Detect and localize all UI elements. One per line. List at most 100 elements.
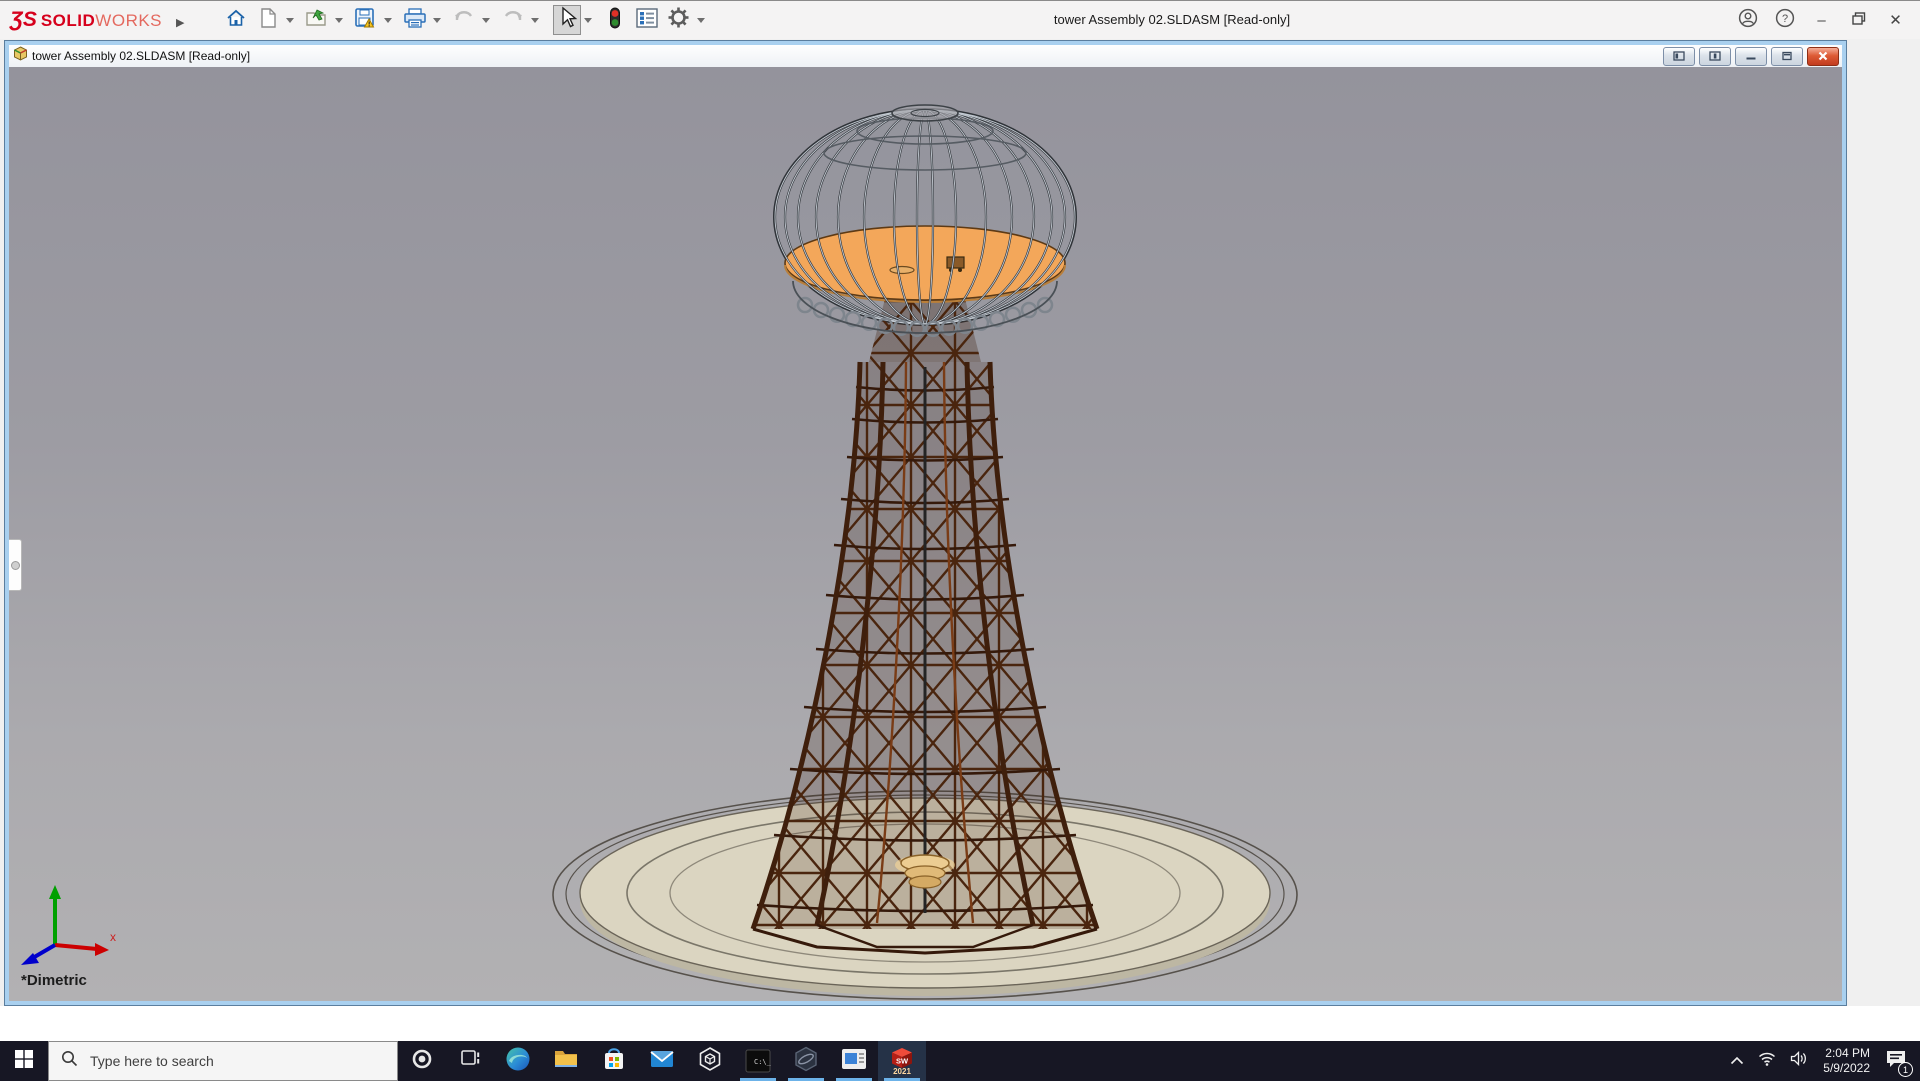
solidworks-2021-button[interactable]: SW 2021: [878, 1041, 926, 1081]
action-center-button[interactable]: 1: [1878, 1041, 1914, 1081]
solidworks-logo: ƷS SOLID WORKS ▶: [10, 8, 185, 32]
task-view-icon: [459, 1048, 481, 1075]
clock-time: 2:04 PM: [1823, 1046, 1870, 1061]
mail-button[interactable]: [638, 1041, 686, 1081]
properties-list-button[interactable]: [632, 5, 662, 35]
document-window: tower Assembly 02.SLDASM [Read-only]: [5, 41, 1846, 1005]
properties-list-icon: [635, 7, 659, 34]
wifi-button[interactable]: [1751, 1041, 1783, 1081]
save-icon: [354, 7, 377, 34]
dark-hexagon-app-icon: [793, 1046, 819, 1077]
3d-viewer-button[interactable]: [686, 1041, 734, 1081]
orientation-triad[interactable]: x: [13, 879, 123, 969]
command-prompt-text: C:\_: [754, 1058, 771, 1066]
redo-icon: [501, 7, 525, 34]
doc-minimize-button[interactable]: [1735, 47, 1767, 66]
home-button[interactable]: [221, 5, 251, 35]
wifi-icon: [1758, 1052, 1776, 1071]
selection-toggle-button[interactable]: [600, 5, 630, 35]
media-window-icon: [841, 1048, 867, 1075]
new-document-dropdown-icon[interactable]: [286, 18, 294, 23]
restore-icon: [1852, 12, 1866, 29]
redo-button[interactable]: [498, 5, 528, 35]
print-button[interactable]: [400, 5, 430, 35]
solidworks-year-label: 2021: [893, 1069, 911, 1075]
select-dropdown-icon[interactable]: [584, 18, 592, 23]
svg-text:?: ?: [1781, 13, 1787, 25]
save-button[interactable]: [351, 5, 381, 35]
redo-dropdown-icon[interactable]: [531, 18, 539, 23]
system-tray: 2:04 PM 5/9/2022 1: [1723, 1041, 1920, 1081]
notification-badge: 1: [1898, 1062, 1913, 1077]
start-button[interactable]: [0, 1041, 48, 1081]
file-explorer-button[interactable]: [542, 1041, 590, 1081]
task-view-button[interactable]: [446, 1041, 494, 1081]
feature-panel-expand-tab[interactable]: [9, 539, 22, 591]
doc-restore-button[interactable]: [1771, 47, 1803, 66]
print-icon: [403, 7, 427, 34]
pane-right-button[interactable]: [1699, 47, 1731, 66]
graphics-viewport[interactable]: x *Dimetric: [9, 67, 1842, 1001]
select-cursor-icon: [556, 6, 578, 35]
pane-left-icon: [1673, 48, 1685, 66]
menu-expand-arrow-icon[interactable]: ▶: [176, 16, 184, 29]
dome-cage: [774, 105, 1076, 362]
undo-dropdown-icon[interactable]: [482, 18, 490, 23]
start-icon: [15, 1050, 33, 1073]
new-document-button[interactable]: [253, 5, 283, 35]
store-button[interactable]: [590, 1041, 638, 1081]
app-title-bar: ƷS SOLID WORKS ▶: [0, 1, 1920, 39]
minimize-icon: –: [1817, 12, 1825, 29]
undo-button[interactable]: [449, 5, 479, 35]
close-button[interactable]: ✕: [1877, 5, 1914, 35]
clock[interactable]: 2:04 PM 5/9/2022: [1815, 1041, 1878, 1081]
cortana-button[interactable]: [398, 1041, 446, 1081]
quick-access-toolbar: [221, 5, 711, 35]
view-orientation-label: *Dimetric: [21, 972, 87, 989]
store-icon: [602, 1046, 626, 1077]
options-button[interactable]: [664, 5, 694, 35]
dark-hexagon-app-button[interactable]: [782, 1041, 830, 1081]
command-prompt-button[interactable]: C:\_: [734, 1041, 782, 1081]
gear-icon: [667, 6, 690, 34]
3d-viewer-icon: [697, 1046, 723, 1077]
triad-x-label: x: [110, 930, 116, 944]
chevron-up-icon: [1730, 1052, 1744, 1070]
restore-button[interactable]: [1840, 5, 1877, 35]
save-dropdown-icon[interactable]: [384, 18, 392, 23]
minimize-button[interactable]: –: [1803, 5, 1840, 35]
open-dropdown-icon[interactable]: [335, 18, 343, 23]
tray-expand-button[interactable]: [1723, 1041, 1751, 1081]
select-tool-button[interactable]: [553, 5, 581, 35]
help-button[interactable]: ?: [1766, 5, 1803, 35]
clock-date: 5/9/2022: [1823, 1061, 1870, 1076]
undo-icon: [452, 7, 476, 34]
open-folder-icon: [305, 7, 329, 34]
windows-taskbar: C:\_ SW 2021 2:04: [0, 1041, 1920, 1081]
search-input[interactable]: [88, 1052, 352, 1070]
volume-button[interactable]: [1783, 1041, 1815, 1081]
print-dropdown-icon[interactable]: [433, 18, 441, 23]
edge-button[interactable]: [494, 1041, 542, 1081]
solidworks-app: ƷS SOLID WORKS ▶: [0, 0, 1920, 1081]
cortana-icon: [411, 1048, 433, 1075]
account-button[interactable]: [1729, 5, 1766, 35]
taskbar-search[interactable]: [48, 1041, 398, 1081]
options-dropdown-icon[interactable]: [697, 18, 705, 23]
open-button[interactable]: [302, 5, 332, 35]
expand-tab-dot-icon: [11, 561, 20, 570]
command-prompt-icon: C:\_: [745, 1049, 771, 1073]
svg-text:SW: SW: [896, 1057, 909, 1066]
document-title: tower Assembly 02.SLDASM [Read-only]: [32, 49, 250, 63]
minimize-icon: [1745, 48, 1757, 66]
edge-icon: [505, 1046, 531, 1077]
close-icon: [1817, 48, 1829, 66]
status-bar: [0, 1006, 1920, 1041]
doc-close-button[interactable]: [1807, 47, 1839, 66]
document-title-bar[interactable]: tower Assembly 02.SLDASM [Read-only]: [9, 45, 1842, 67]
app-window-controls: ? – ✕: [1729, 1, 1914, 39]
restore-icon: [1781, 48, 1793, 66]
pane-left-button[interactable]: [1663, 47, 1695, 66]
media-window-app-button[interactable]: [830, 1041, 878, 1081]
pane-right-icon: [1709, 48, 1721, 66]
